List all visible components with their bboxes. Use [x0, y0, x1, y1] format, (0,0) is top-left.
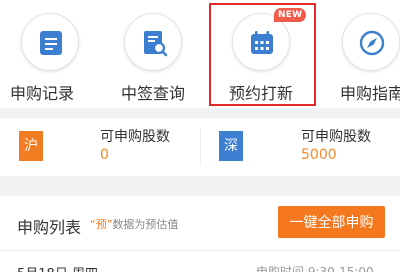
list-item[interactable]: 5月18日 周四 申购时间 9:30-15:00 [0, 251, 400, 272]
list-item-date: 5月18日 周四 [17, 263, 98, 272]
apply-guide-entry[interactable]: 申购指南 [314, 0, 400, 108]
lottery-query-entry[interactable]: 中签查询 [103, 0, 203, 108]
apply-record-label: 申购记录 [9, 84, 74, 103]
estimate-note-text: 数据为预估值 [112, 218, 179, 231]
shenzhen-quota-value: 5000 [301, 147, 337, 163]
apply-list-title: 申购列表 [17, 218, 82, 237]
apply-guide-label: 申购指南 [339, 84, 400, 103]
apply-list-header: 申购列表 “预”数据为预估值 一键全部申购 [0, 196, 400, 250]
shanghai-tag: 沪 [19, 131, 43, 161]
lottery-query-label: 中签查询 [120, 84, 185, 103]
reserve-ipo-label: 预约打新 [228, 84, 293, 103]
feature-icon-row: 申购记录 中签查询 预约打新 申购指南 NEW [0, 0, 400, 108]
apply-record-entry[interactable]: 申购记录 [0, 0, 100, 108]
shanghai-quota-value: 0 [100, 147, 109, 163]
lottery-query-circle [124, 13, 182, 71]
shenzhen-quota-title: 可申购股数 [301, 129, 371, 145]
quota-divider [200, 128, 201, 166]
search-document-icon [144, 31, 168, 57]
list-item-apply-time: 申购时间 9:30-15:00 [256, 265, 374, 272]
compass-icon [359, 30, 385, 56]
estimate-note: “预”数据为预估值 [90, 216, 178, 232]
calendar-icon [251, 31, 273, 54]
estimate-note-highlight: “预” [90, 218, 113, 231]
shenzhen-tag: 深 [219, 131, 243, 161]
shanghai-quota-title: 可申购股数 [100, 129, 170, 145]
apply-record-circle [21, 13, 79, 71]
quota-panel: 沪 可申购股数 0 深 可申购股数 5000 [0, 118, 400, 176]
new-badge: NEW [274, 8, 307, 22]
apply-guide-circle [342, 13, 400, 71]
apply-all-button[interactable]: 一键全部申购 [278, 206, 385, 238]
document-icon [40, 31, 62, 55]
